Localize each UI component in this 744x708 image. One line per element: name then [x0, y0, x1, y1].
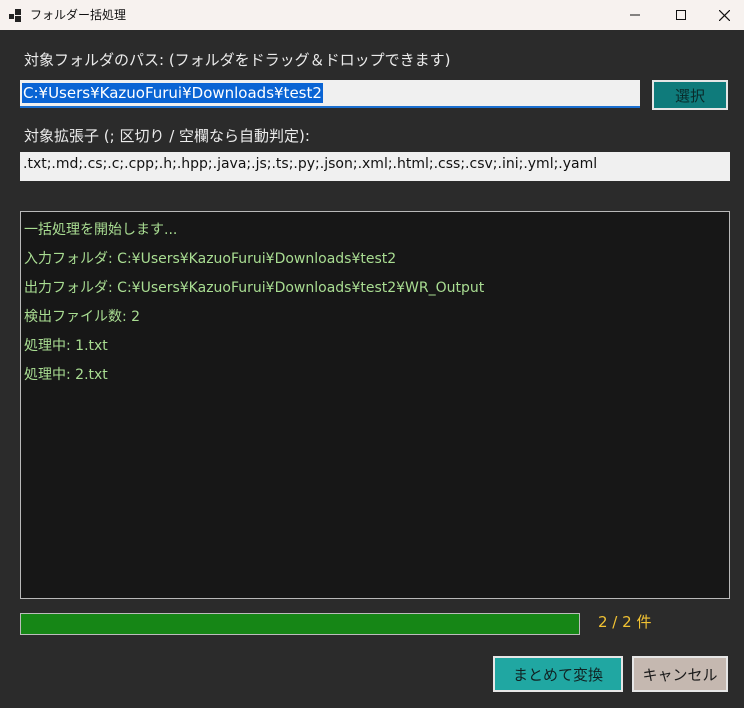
window-title: フォルダー括処理 — [30, 8, 127, 22]
log-line: 処理中: 1.txt — [24, 338, 108, 354]
folder-path-input[interactable]: C:¥Users¥KazuoFurui¥Downloads¥test2 — [20, 80, 640, 108]
minimize-icon — [630, 14, 640, 16]
log-line: 処理中: 2.txt — [24, 367, 108, 383]
select-folder-button[interactable]: 選択 — [652, 80, 728, 110]
log-output[interactable]: 一括処理を開始します... 入力フォルダ: C:¥Users¥KazuoFurui… — [20, 211, 730, 599]
progress-count: 2 / 2 件 — [598, 613, 652, 631]
log-line: 入力フォルダ: C:¥Users¥KazuoFurui¥Downloads¥te… — [24, 251, 397, 267]
close-button[interactable] — [704, 0, 744, 30]
progress-bar — [20, 613, 580, 635]
app-icon — [9, 9, 22, 22]
maximize-button[interactable] — [658, 0, 704, 30]
extensions-label: 対象拡張子 (; 区切り / 空欄なら自動判定): — [24, 127, 310, 145]
cancel-button[interactable]: キャンセル — [632, 656, 728, 692]
progress-fill — [21, 614, 579, 634]
log-line: 出力フォルダ: C:¥Users¥KazuoFurui¥Downloads¥te… — [24, 280, 485, 296]
extensions-input[interactable]: .txt;.md;.cs;.c;.cpp;.h;.hpp;.java;.js;.… — [20, 152, 730, 181]
log-line: 検出ファイル数: 2 — [24, 309, 141, 325]
folder-path-label: 対象フォルダのパス: (フォルダをドラッグ＆ドロップできます) — [24, 51, 451, 69]
convert-all-button[interactable]: まとめて変換 — [493, 656, 623, 692]
maximize-icon — [676, 10, 686, 20]
folder-path-value: C:¥Users¥KazuoFurui¥Downloads¥test2 — [22, 83, 323, 103]
log-line: 一括処理を開始します... — [24, 222, 178, 238]
close-icon — [718, 9, 730, 21]
minimize-button[interactable] — [612, 0, 658, 30]
title-bar: フォルダー括処理 — [0, 0, 744, 30]
